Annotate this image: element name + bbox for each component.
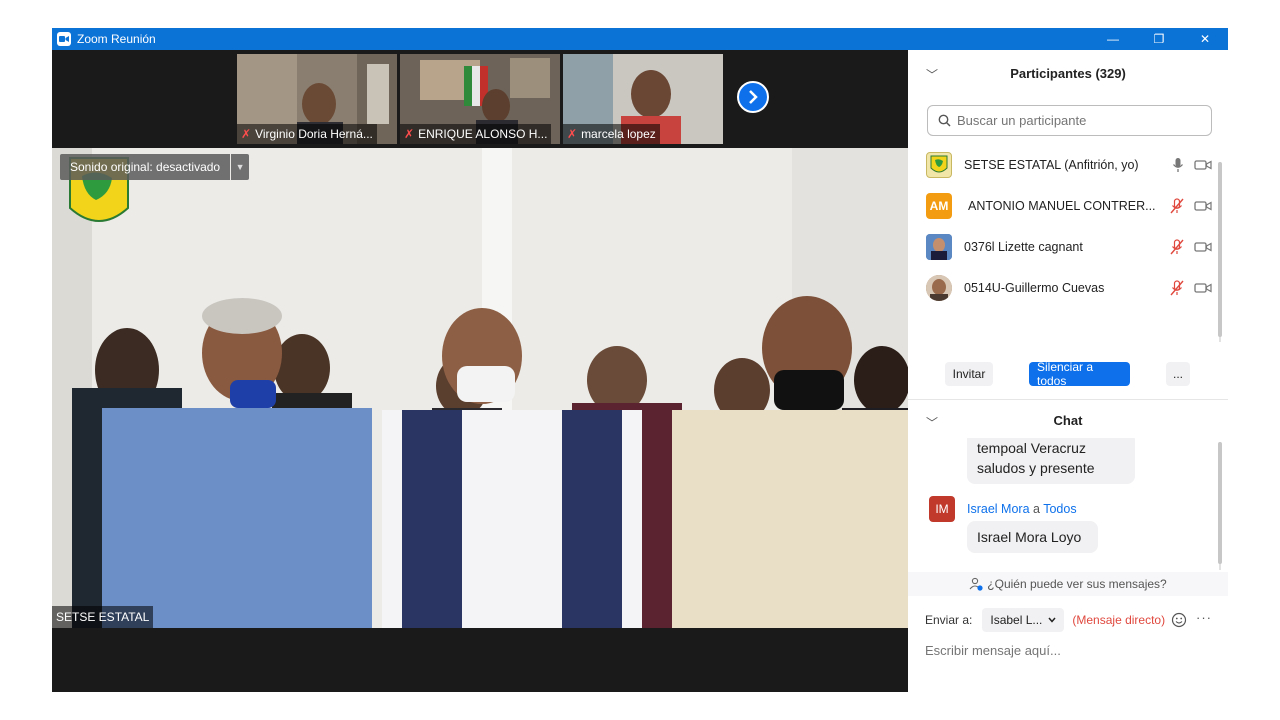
chevron-right-icon xyxy=(749,90,758,104)
main-video-image xyxy=(52,148,908,628)
chat-message-input[interactable] xyxy=(925,638,1215,662)
thumbnail-name: Virginio Doria Herná... xyxy=(255,127,373,141)
participant-row[interactable]: SETSE ESTATAL (Anfitrión, yo) xyxy=(908,144,1222,185)
mic-muted-icon[interactable] xyxy=(1170,239,1184,255)
participant-name: ANTONIO MANUEL CONTRER... xyxy=(968,198,1156,213)
participant-row[interactable]: 0514U-Guillermo Cuevas xyxy=(908,267,1222,308)
send-to-label: Enviar a: xyxy=(925,613,973,627)
chevron-down-icon xyxy=(1048,617,1056,623)
divider xyxy=(908,399,1228,400)
thumbnail-name: marcela lopez xyxy=(581,127,656,141)
close-button[interactable]: ✕ xyxy=(1182,28,1228,50)
video-area: ✗ Virginio Doria Herná... ✗ ENRIQUE ALONSO… xyxy=(52,50,908,692)
mic-icon[interactable] xyxy=(1172,157,1184,173)
recipient-select[interactable]: Isabel L... xyxy=(982,608,1065,632)
avatar xyxy=(926,315,952,316)
chat-sender-line: Israel Mora a Todos xyxy=(967,502,1077,516)
chat-recipient[interactable]: Todos xyxy=(1043,502,1076,516)
who-can-see-link[interactable]: ¿Quién puede ver sus mensajes? xyxy=(908,572,1228,596)
chevron-down-icon[interactable]: ﹀ xyxy=(926,66,938,83)
title-bar: Zoom Reunión — ❐ ✕ xyxy=(52,28,1228,50)
participants-header: ﹀ Participantes (329) xyxy=(908,50,1228,96)
video-thumbnail[interactable]: ✗ marcela lopez xyxy=(563,54,723,144)
search-input[interactable] xyxy=(957,113,1197,128)
original-sound-label: Sonido original: desactivado xyxy=(60,154,231,180)
chat-scrollbar[interactable] xyxy=(1218,442,1222,570)
mic-muted-icon[interactable] xyxy=(1170,280,1184,296)
mute-all-button[interactable]: Silenciar a todos xyxy=(1029,360,1130,388)
chat-bubble: Israel Mora Loyo xyxy=(967,521,1098,553)
user-visibility-icon xyxy=(969,577,983,591)
mic-muted-icon: ✗ xyxy=(241,127,252,141)
video-camera-icon[interactable] xyxy=(1194,241,1212,253)
search-icon xyxy=(938,114,951,127)
minimize-button[interactable]: — xyxy=(1090,28,1136,50)
mic-muted-icon: ✗ xyxy=(567,127,578,141)
avatar xyxy=(926,274,952,301)
participant-name: 0376l Lizette cagnant xyxy=(964,239,1083,254)
zoom-window: Zoom Reunión — ❐ ✕ ✗ Virginio Doria Herná… xyxy=(52,28,1228,692)
speaker-name: SETSE ESTATAL xyxy=(52,606,154,628)
participant-row[interactable]: 0376l Lizette cagnant xyxy=(908,226,1222,267)
restore-button[interactable]: ❐ xyxy=(1136,28,1182,50)
participant-name: SETSE ESTATAL (Anfitrión, yo) xyxy=(964,157,1139,172)
chevron-down-icon[interactable]: ▼ xyxy=(231,154,250,180)
participants-title: Participantes (329) xyxy=(1010,65,1126,81)
avatar xyxy=(926,151,952,178)
send-to-row: Enviar a: Isabel L... (Mensaje directo) … xyxy=(908,606,1228,634)
who-can-see-label: ¿Quién puede ver sus mensajes? xyxy=(987,577,1167,591)
main-video[interactable]: Sonido original: desactivado ▼ SETSE EST… xyxy=(52,148,908,628)
participant-row-partial[interactable] xyxy=(908,308,1222,316)
participant-list: SETSE ESTATAL (Anfitrión, yo) AM ANTONIO… xyxy=(908,144,1222,316)
participant-actions: Invitar Silenciar a todos ... xyxy=(908,360,1228,388)
avatar: IM xyxy=(929,496,955,522)
side-panel: ﹀ Participantes (329) SETSE ESTATAL (Anf… xyxy=(908,50,1228,692)
more-options-icon[interactable]: ··· xyxy=(1196,610,1212,625)
next-page-button[interactable] xyxy=(737,81,769,113)
video-camera-icon[interactable] xyxy=(1194,200,1212,212)
chat-title: Chat xyxy=(1053,412,1083,428)
chat-sender[interactable]: Israel Mora xyxy=(967,502,1030,516)
original-sound-toggle[interactable]: Sonido original: desactivado ▼ xyxy=(60,154,250,180)
avatar xyxy=(926,233,952,260)
video-camera-icon[interactable] xyxy=(1194,159,1212,171)
video-thumbnail[interactable]: ✗ ENRIQUE ALONSO H... xyxy=(400,54,560,144)
invite-button[interactable]: Invitar xyxy=(945,362,993,386)
more-options-button[interactable]: ... xyxy=(1166,362,1190,386)
window-title: Zoom Reunión xyxy=(77,32,156,46)
zoom-logo-icon xyxy=(57,32,71,46)
mic-muted-icon[interactable] xyxy=(1170,198,1184,214)
chevron-down-icon[interactable]: ﹀ xyxy=(926,414,938,431)
chat-header: ﹀ Chat xyxy=(908,404,1228,436)
thumbnail-strip: ✗ Virginio Doria Herná... ✗ ENRIQUE ALONSO… xyxy=(237,54,723,144)
recipient-value: Isabel L... xyxy=(990,613,1043,627)
participant-name: 0514U-Guillermo Cuevas xyxy=(964,280,1105,295)
participant-search[interactable] xyxy=(927,105,1212,136)
participants-scrollbar[interactable] xyxy=(1218,162,1222,342)
video-camera-icon[interactable] xyxy=(1194,282,1212,294)
mic-muted-icon: ✗ xyxy=(404,127,415,141)
chat-connector: a xyxy=(1033,502,1040,516)
participant-row[interactable]: AM ANTONIO MANUEL CONTRER... xyxy=(908,185,1222,226)
emoji-icon[interactable] xyxy=(1171,612,1187,628)
video-thumbnail[interactable]: ✗ Virginio Doria Herná... xyxy=(237,54,397,144)
avatar: AM xyxy=(926,192,952,219)
chat-bubble: tempoal Veracruz saludos y presente xyxy=(967,438,1135,484)
direct-message-label: (Mensaje directo) xyxy=(1072,613,1166,627)
thumbnail-name: ENRIQUE ALONSO H... xyxy=(418,127,548,141)
